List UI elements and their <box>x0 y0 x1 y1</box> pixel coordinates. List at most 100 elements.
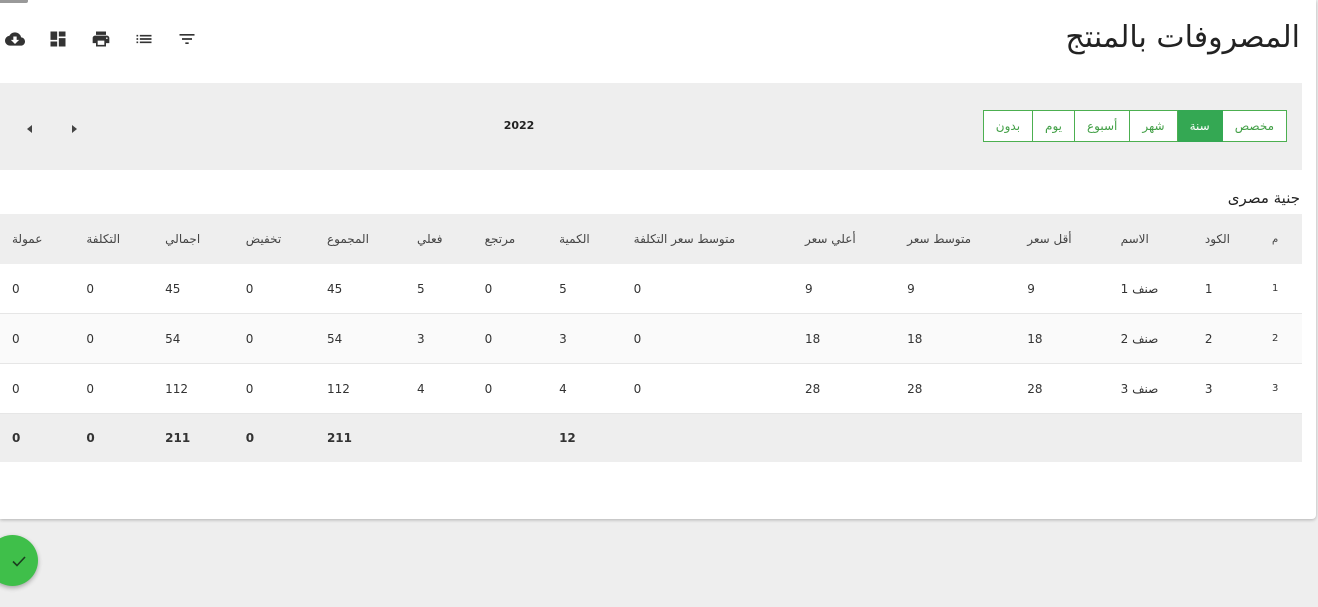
table-cell: 0 <box>0 363 75 414</box>
col-header[interactable]: الكود <box>1192 214 1260 264</box>
table-cell: 0 <box>74 264 154 314</box>
table-cell: 0 <box>233 264 315 314</box>
year-label: 2022 <box>503 119 535 132</box>
table-cell: 0 <box>472 313 548 364</box>
col-header[interactable]: فعلي <box>405 214 473 264</box>
col-header[interactable]: المجموع <box>314 214 406 264</box>
table-row[interactable]: 2 2 صنف 2 18 18 18 0 3 0 3 54 0 54 0 0 <box>0 313 1302 364</box>
table-cell: 3 <box>1260 363 1302 414</box>
table-cell: صنف 1 <box>1108 264 1193 314</box>
table-cell: 0 <box>621 264 794 314</box>
col-header[interactable]: الاسم <box>1108 214 1193 264</box>
table-cell: صنف 2 <box>1108 313 1193 364</box>
table-cell: 9 <box>793 264 896 314</box>
total-cell: 211 <box>153 413 234 462</box>
col-header[interactable]: أعلي سعر <box>793 214 896 264</box>
total-cell <box>621 413 794 462</box>
table-cell: 54 <box>314 313 406 364</box>
total-cell <box>1260 413 1302 462</box>
table-cell: 9 <box>895 264 1016 314</box>
period-year-button[interactable]: سنة <box>1176 110 1223 142</box>
total-cell: 0 <box>233 413 315 462</box>
col-header[interactable]: الكمية <box>547 214 622 264</box>
dashboard-icon[interactable] <box>47 28 69 50</box>
period-selector: بدون يوم أسبوع شهر سنة مخصص <box>982 110 1287 142</box>
table-cell: 0 <box>472 363 548 414</box>
table-cell: 45 <box>153 264 234 314</box>
check-icon <box>11 555 26 567</box>
table-cell: 18 <box>1015 313 1109 364</box>
table-row[interactable]: 3 3 صنف 3 28 28 28 0 4 0 4 112 0 112 0 0 <box>0 363 1302 414</box>
total-cell: 12 <box>547 413 622 462</box>
page-title: المصروفات بالمنتج <box>1065 20 1300 55</box>
col-header[interactable]: م <box>1260 214 1302 264</box>
prev-arrow-icon[interactable] <box>25 120 35 133</box>
table-cell: 0 <box>0 264 75 314</box>
total-cell <box>793 413 896 462</box>
table-cell: 45 <box>314 264 406 314</box>
total-cell <box>1192 413 1260 462</box>
currency-label: جنية مصرى <box>1227 189 1300 207</box>
next-arrow-icon[interactable] <box>69 120 79 133</box>
table-cell: 2 <box>1192 313 1260 364</box>
table-cell: 18 <box>793 313 896 364</box>
report-card: المصروفات بالمنتج بدون يوم أسبوع شهر سنة… <box>0 0 1316 519</box>
col-header[interactable]: عمولة <box>0 214 75 264</box>
table-row[interactable]: 1 1 صنف 1 9 9 9 0 5 0 5 45 0 45 0 0 <box>0 264 1302 314</box>
table-header-row: م الكود الاسم أقل سعر متوسط سعر أعلي سعر… <box>0 214 1302 264</box>
table-cell: 0 <box>621 363 794 414</box>
list-icon[interactable] <box>133 28 155 50</box>
total-cell: 0 <box>74 413 154 462</box>
table-cell: 112 <box>153 363 234 414</box>
col-header[interactable]: متوسط سعر <box>895 214 1016 264</box>
total-cell <box>1015 413 1109 462</box>
table-cell: 3 <box>547 313 622 364</box>
table-cell: صنف 3 <box>1108 363 1193 414</box>
total-cell: 0 <box>0 413 75 462</box>
table-cell: 28 <box>895 363 1016 414</box>
total-cell <box>405 413 473 462</box>
table-cell: 1 <box>1192 264 1260 314</box>
col-header[interactable]: أقل سعر <box>1015 214 1109 264</box>
table-cell: 5 <box>405 264 473 314</box>
table-cell: 4 <box>547 363 622 414</box>
products-table: م الكود الاسم أقل سعر متوسط سعر أعلي سعر… <box>0 214 1302 462</box>
col-header[interactable]: التكلفة <box>74 214 154 264</box>
col-header[interactable]: متوسط سعر التكلفة <box>621 214 794 264</box>
table-cell: 2 <box>1260 313 1302 364</box>
period-day-button[interactable]: يوم <box>1032 110 1076 142</box>
table-cell: 0 <box>233 313 315 364</box>
cloud-download-icon[interactable] <box>4 28 26 50</box>
table-cell: 28 <box>1015 363 1109 414</box>
totals-row: 12 211 0 211 0 0 <box>0 413 1302 462</box>
period-none-button[interactable]: بدون <box>982 110 1034 142</box>
total-cell: 211 <box>314 413 406 462</box>
filter-icon[interactable] <box>176 28 198 50</box>
table-cell: 1 <box>1260 264 1302 314</box>
table-cell: 3 <box>1192 363 1260 414</box>
toolbar <box>4 28 219 50</box>
confirm-fab-button[interactable] <box>0 535 38 586</box>
table-cell: 4 <box>405 363 473 414</box>
total-cell <box>472 413 548 462</box>
period-custom-button[interactable]: مخصص <box>1221 110 1287 142</box>
table-cell: 0 <box>621 313 794 364</box>
col-header[interactable]: تخفيض <box>233 214 315 264</box>
col-header[interactable]: اجمالي <box>153 214 234 264</box>
col-header[interactable]: مرتجع <box>472 214 548 264</box>
table-cell: 28 <box>793 363 896 414</box>
table-cell: 0 <box>233 363 315 414</box>
table-cell: 5 <box>547 264 622 314</box>
table-cell: 0 <box>74 363 154 414</box>
period-month-button[interactable]: شهر <box>1129 110 1178 142</box>
corner-tab <box>0 0 28 3</box>
period-bar: بدون يوم أسبوع شهر سنة مخصص 2022 <box>0 83 1302 170</box>
table-cell: 54 <box>153 313 234 364</box>
print-icon[interactable] <box>90 28 112 50</box>
period-week-button[interactable]: أسبوع <box>1074 110 1131 142</box>
table-cell: 0 <box>0 313 75 364</box>
total-cell <box>895 413 1016 462</box>
table-cell: 0 <box>472 264 548 314</box>
table-cell: 18 <box>895 313 1016 364</box>
table-cell: 3 <box>405 313 473 364</box>
